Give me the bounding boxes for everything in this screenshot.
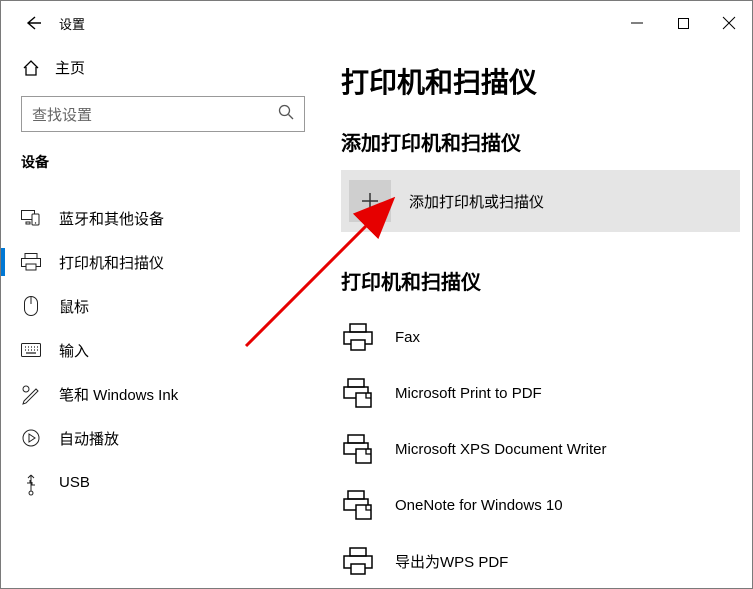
add-printer-label: 添加打印机或扫描仪 (409, 191, 544, 212)
search-icon (278, 104, 294, 124)
sidebar-item-label: 自动播放 (59, 428, 119, 449)
printer-label: OneNote for Windows 10 (395, 497, 563, 514)
mouse-icon (21, 296, 41, 316)
search-input[interactable]: 查找设置 (21, 96, 305, 132)
close-button[interactable] (706, 7, 752, 39)
back-button[interactable] (21, 11, 45, 35)
printers-section-heading: 打印机和扫描仪 (341, 266, 740, 295)
printer-file-icon (341, 488, 375, 522)
sidebar: 主页 查找设置 设备 蓝牙和其他设备 打印机和扫描仪 (1, 45, 331, 588)
sidebar-home-label: 主页 (55, 57, 85, 78)
sidebar-item-usb[interactable]: USB (21, 460, 311, 504)
sidebar-item-label: 打印机和扫描仪 (59, 252, 164, 273)
sidebar-item-label: 输入 (59, 340, 89, 361)
window-title: 设置 (59, 14, 85, 33)
printer-item-pdf[interactable]: Microsoft Print to PDF (341, 365, 740, 421)
close-icon (723, 17, 735, 29)
sidebar-item-pen[interactable]: 笔和 Windows Ink (21, 372, 311, 416)
pen-icon (21, 384, 41, 404)
printer-file-icon (341, 376, 375, 410)
sidebar-item-typing[interactable]: 输入 (21, 328, 311, 372)
sidebar-item-label: USB (59, 474, 90, 491)
sidebar-item-bluetooth[interactable]: 蓝牙和其他设备 (21, 196, 311, 240)
sidebar-section-title: 设备 (21, 152, 311, 172)
usb-icon (21, 472, 41, 492)
printer-item-onenote[interactable]: OneNote for Windows 10 (341, 477, 740, 533)
keyboard-icon (21, 340, 41, 360)
add-printer-button[interactable]: 添加打印机或扫描仪 (341, 170, 740, 232)
search-placeholder: 查找设置 (32, 104, 92, 125)
minimize-icon (631, 17, 643, 29)
printer-label: 导出为WPS PDF (395, 551, 508, 572)
printer-item-wps[interactable]: 导出为WPS PDF (341, 533, 740, 588)
window-controls (614, 7, 752, 39)
printer-file-icon (341, 432, 375, 466)
home-icon (21, 58, 41, 78)
sidebar-item-label: 蓝牙和其他设备 (59, 208, 164, 229)
back-arrow-icon (25, 15, 41, 31)
page-title: 打印机和扫描仪 (341, 61, 740, 101)
main-panel: 打印机和扫描仪 添加打印机和扫描仪 添加打印机或扫描仪 打印机和扫描仪 Fax (331, 45, 752, 588)
sidebar-item-label: 笔和 Windows Ink (59, 384, 178, 405)
plus-icon (349, 180, 391, 222)
add-section-heading: 添加打印机和扫描仪 (341, 127, 740, 156)
fax-icon (341, 320, 375, 354)
sidebar-item-label: 鼠标 (59, 296, 89, 317)
printer-icon (21, 252, 41, 272)
maximize-icon (678, 18, 689, 29)
bluetooth-devices-icon (21, 208, 41, 228)
printer-label: Microsoft XPS Document Writer (395, 441, 606, 458)
printer-label: Fax (395, 329, 420, 346)
settings-window: 设置 主页 查找设置 (0, 0, 753, 589)
printer-label: Microsoft Print to PDF (395, 385, 542, 402)
fax-icon (341, 544, 375, 578)
printer-item-xps[interactable]: Microsoft XPS Document Writer (341, 421, 740, 477)
titlebar: 设置 (1, 1, 752, 45)
sidebar-item-mouse[interactable]: 鼠标 (21, 284, 311, 328)
autoplay-icon (21, 428, 41, 448)
minimize-button[interactable] (614, 7, 660, 39)
maximize-button[interactable] (660, 7, 706, 39)
sidebar-item-autoplay[interactable]: 自动播放 (21, 416, 311, 460)
sidebar-item-printers[interactable]: 打印机和扫描仪 (21, 240, 311, 284)
sidebar-home[interactable]: 主页 (21, 57, 311, 78)
printer-item-fax[interactable]: Fax (341, 309, 740, 365)
